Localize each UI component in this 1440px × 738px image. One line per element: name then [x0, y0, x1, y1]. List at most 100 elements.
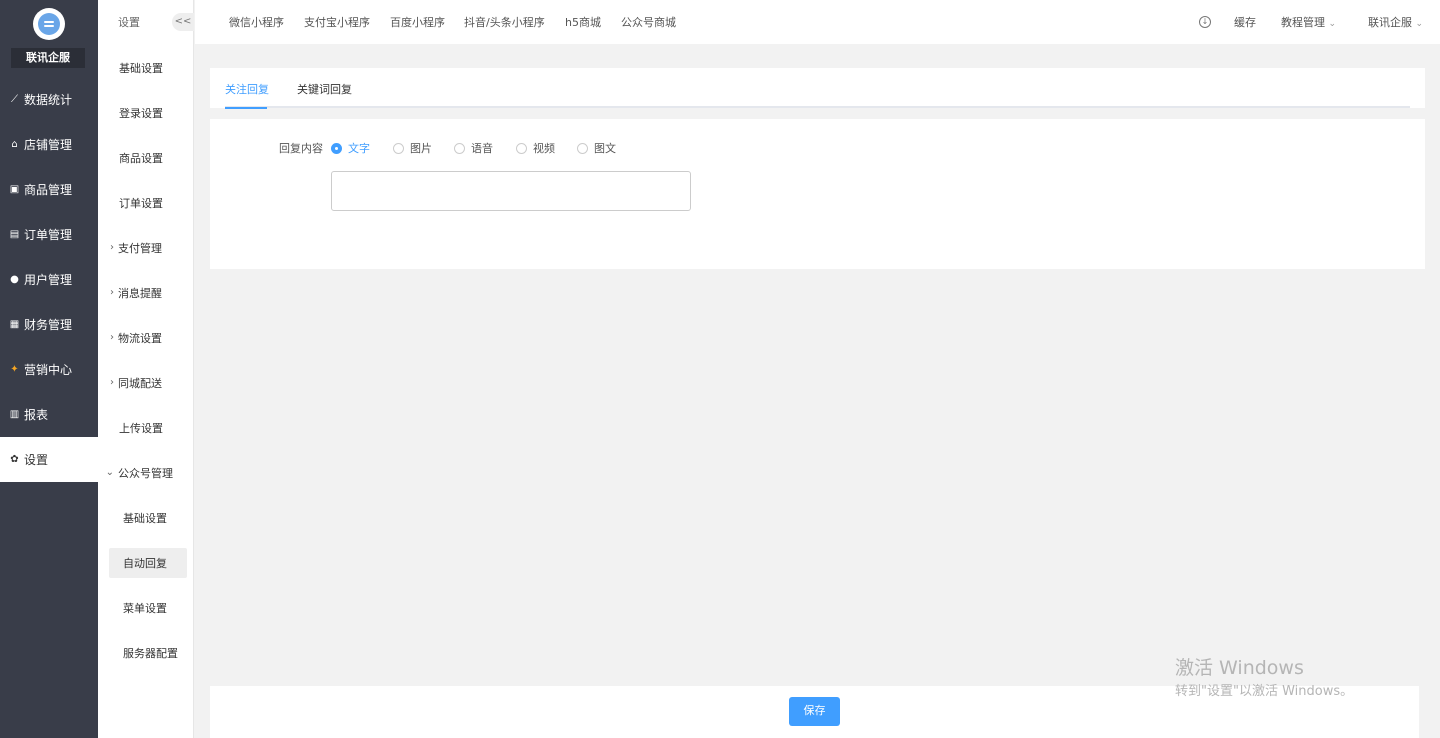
chevron-right-icon: › [110, 287, 114, 298]
cache-link[interactable]: 缓存 [1234, 14, 1256, 30]
sidebar-item-label: 订单管理 [24, 228, 73, 242]
sidebar-item-goods[interactable]: ▣ 商品管理 [0, 167, 98, 212]
subnav-title: 设置 [118, 16, 140, 29]
radio-label: 图文 [594, 142, 616, 155]
chevron-down-icon: ⌄ [1415, 19, 1424, 29]
subnav-item-login[interactable]: 登录设置 [98, 90, 194, 135]
subnav-item-basic[interactable]: 基础设置 [98, 45, 194, 90]
subnav-item-label: 订单设置 [119, 196, 163, 210]
box-icon: ▣ [9, 184, 20, 195]
subnav-item-auto-reply[interactable]: 自动回复 [109, 548, 187, 578]
account-menu[interactable]: 联讯企服 ⌄ [1368, 14, 1423, 30]
subnav-item-label: 公众号管理 [118, 466, 173, 480]
download-icon[interactable]: ↓ [1199, 16, 1211, 28]
tabs-divider [225, 106, 1410, 108]
tab-follow-reply[interactable]: 关注回复 [225, 81, 269, 97]
subnav-item-label: 菜单设置 [123, 601, 167, 615]
sidebar-item-data-statistics[interactable]: ⟋ 数据统计 [0, 77, 98, 122]
subnav-item-label: 基础设置 [119, 61, 163, 75]
chevron-down-icon: ⌄ [105, 467, 114, 478]
settings-subnav: 设置 << 基础设置 登录设置 商品设置 订单设置 › 支付管理 › 消息提醒 › 物… [98, 0, 194, 738]
subnav-item-server-config[interactable]: 服务器配置 [98, 630, 194, 675]
subnav-item-label: 自动回复 [123, 557, 167, 570]
radio-dot [577, 142, 588, 154]
sidebar-item-marketing[interactable]: ✦ 营销中心 [0, 347, 98, 392]
sidebar-item-store[interactable]: ⌂ 店铺管理 [0, 122, 98, 167]
radio-label: 文字 [348, 142, 370, 155]
collapse-button[interactable]: << [172, 13, 194, 31]
radio-image[interactable]: 图片 [393, 140, 432, 156]
chevron-right-icon: › [110, 242, 114, 253]
reply-textarea[interactable] [331, 171, 691, 211]
marketing-icon: ✦ [10, 364, 19, 375]
active-tab-indicator [225, 107, 267, 109]
sidebar-item-reports[interactable]: ▥ 报表 [0, 392, 98, 437]
radio-video[interactable]: 视频 [516, 140, 555, 156]
tutorial-menu[interactable]: 教程管理 ⌄ [1281, 14, 1336, 30]
subnav-item-label: 登录设置 [119, 106, 163, 120]
radio-label: 图片 [410, 142, 432, 155]
subnav-item-payment[interactable]: › 支付管理 [98, 225, 194, 270]
radio-dot [393, 142, 404, 154]
sidebar-item-label: 用户管理 [24, 273, 73, 287]
order-icon: ▤ [9, 229, 20, 240]
sidebar-item-label: 财务管理 [24, 318, 73, 332]
radio-dot [454, 142, 465, 154]
subnav-item-label: 物流设置 [118, 331, 162, 345]
line-chart-icon: ⟋ [11, 94, 18, 105]
top-tab-douyin[interactable]: 抖音/头条小程序 [464, 14, 545, 30]
save-button[interactable]: 保存 [789, 697, 840, 726]
sidebar-item-label: 设置 [24, 453, 49, 467]
subnav-item-local-delivery[interactable]: › 同城配送 [98, 360, 194, 405]
sidebar-item-settings[interactable]: ✿ 设置 [0, 437, 98, 482]
subnav-item-oa-basic[interactable]: 基础设置 [98, 495, 194, 540]
subnav-item-notification[interactable]: › 消息提醒 [98, 270, 194, 315]
subnav-item-official-account[interactable]: ⌄ 公众号管理 [98, 450, 194, 495]
sidebar-item-label: 报表 [24, 408, 49, 422]
radio-label: 视频 [533, 142, 555, 155]
user-icon: ● [10, 274, 19, 285]
top-tab-baidu[interactable]: 百度小程序 [390, 14, 445, 30]
top-tab-official[interactable]: 公众号商城 [621, 14, 676, 30]
reply-tabs-card: 关注回复 关键词回复 [210, 68, 1425, 109]
radio-news[interactable]: 图文 [577, 140, 616, 156]
radio-dot [516, 142, 527, 154]
subnav-item-label: 上传设置 [119, 421, 163, 435]
sidebar-item-users[interactable]: ● 用户管理 [0, 257, 98, 302]
subnav-item-logistics[interactable]: › 物流设置 [98, 315, 194, 360]
subnav-item-goods[interactable]: 商品设置 [98, 135, 194, 180]
subnav-item-label: 服务器配置 [123, 646, 178, 660]
top-tab-wechat[interactable]: 微信小程序 [229, 14, 284, 30]
sidebar-item-finance[interactable]: ▦ 财务管理 [0, 302, 98, 347]
finance-icon: ▦ [9, 319, 20, 330]
main-sidebar: 联讯企服 ⟋ 数据统计 ⌂ 店铺管理 ▣ 商品管理 ▤ 订单管理 ● 用户管理 … [0, 0, 98, 738]
top-bar: 微信小程序 支付宝小程序 百度小程序 抖音/头条小程序 h5商城 公众号商城 ↓… [195, 0, 1440, 44]
radio-label: 语音 [471, 142, 493, 155]
sidebar-item-label: 商品管理 [24, 183, 73, 197]
windows-watermark-text: 转到"设置"以激活 Windows。 [1175, 684, 1354, 699]
sidebar-item-label: 数据统计 [24, 93, 73, 107]
subnav-item-order[interactable]: 订单设置 [98, 180, 194, 225]
subnav-item-label: 同城配送 [118, 376, 162, 390]
subnav-item-menu[interactable]: 菜单设置 [98, 585, 194, 630]
subnav-item-label: 商品设置 [119, 151, 163, 165]
sidebar-item-orders[interactable]: ▤ 订单管理 [0, 212, 98, 257]
tutorial-label: 教程管理 [1281, 16, 1325, 29]
bar-chart-icon: ▥ [9, 409, 20, 420]
top-tab-alipay[interactable]: 支付宝小程序 [304, 14, 370, 30]
windows-watermark-title: 激活 Windows [1175, 657, 1304, 679]
subnav-item-upload[interactable]: 上传设置 [98, 405, 194, 450]
subnav-item-label: 基础设置 [123, 511, 167, 525]
tab-keyword-reply[interactable]: 关键词回复 [297, 81, 352, 97]
radio-voice[interactable]: 语音 [454, 140, 493, 156]
top-tab-h5[interactable]: h5商城 [565, 14, 601, 30]
gear-icon: ✿ [10, 454, 19, 465]
chevron-down-icon: ⌄ [1328, 19, 1337, 29]
radio-text[interactable]: 文字 [331, 140, 370, 156]
sidebar-item-label: 营销中心 [24, 363, 73, 377]
reply-form-card: 回复内容 文字 图片 语音 视频 图文 [210, 119, 1425, 269]
chevron-right-icon: › [110, 332, 114, 343]
sidebar-item-label: 店铺管理 [24, 138, 73, 152]
account-label: 联讯企服 [1368, 16, 1412, 29]
subnav-item-label: 支付管理 [118, 241, 162, 255]
